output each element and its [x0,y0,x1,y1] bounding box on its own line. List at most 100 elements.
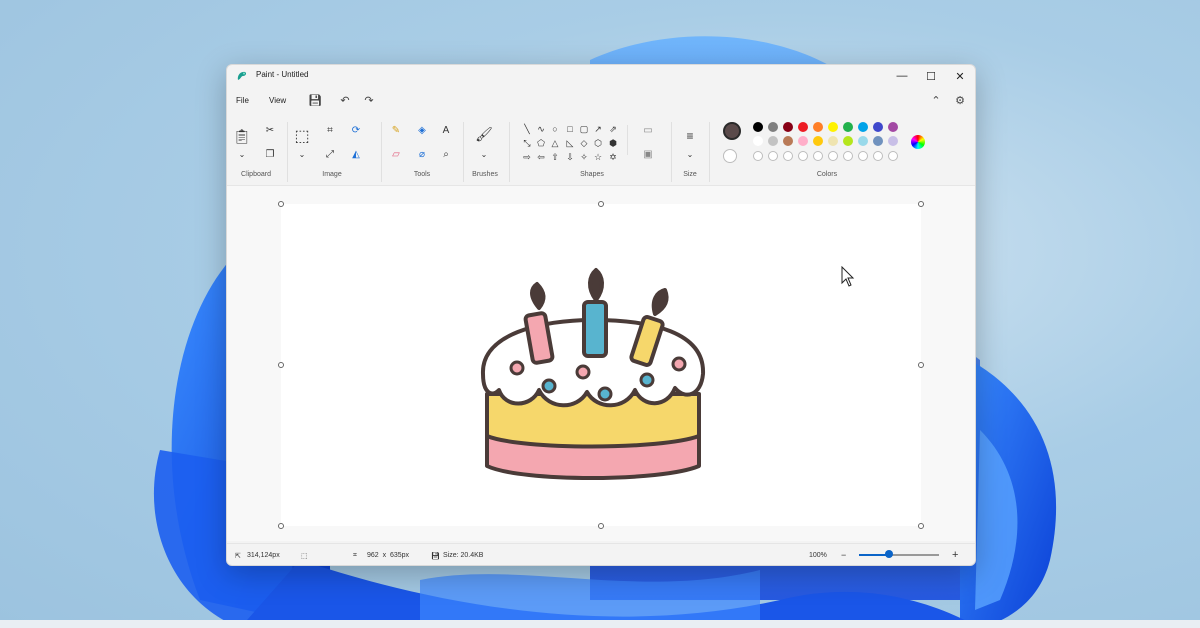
resize-handle[interactable] [918,523,924,529]
rounded-rectangle-shape-icon[interactable]: ▢ [578,123,590,135]
text-icon[interactable]: A [439,123,453,137]
flip-icon[interactable]: ◭ [349,147,363,161]
mouse-cursor-icon [841,266,855,287]
zoom-out-button[interactable]: − [841,550,846,560]
paint-window: Paint - Untitled — ☐ ✕ File View 💾︎ ↶ ↷ … [226,64,976,566]
select-icon[interactable]: ⬚ [294,128,309,145]
palette-color-swatch[interactable] [783,122,793,132]
rectangle-shape-icon[interactable]: □ [564,123,576,135]
select-dropdown-icon[interactable]: ⌄ [295,147,309,161]
menu-file[interactable]: File [236,96,249,105]
crop-icon[interactable]: ⌗ [323,123,337,137]
drawing-canvas[interactable] [281,204,921,526]
palette-color-swatch[interactable] [783,136,793,146]
maximize-button[interactable]: ☐ [916,65,946,87]
palette-color-swatch[interactable] [768,122,778,132]
curve-shape-icon[interactable]: ∿ [535,123,547,135]
settings-icon[interactable]: ⚙ [953,93,967,107]
pencil-icon[interactable]: ✎ [389,123,403,137]
secondary-color-swatch[interactable] [723,149,737,163]
stroke-size-icon[interactable]: ≡ [683,129,697,143]
brush-icon[interactable]: 🖌︎ [475,126,493,142]
arrow-down-shape-icon[interactable]: ⇩ [564,151,576,163]
collapse-ribbon-icon[interactable]: ⌃ [929,93,943,107]
palette-color-swatch[interactable] [843,136,853,146]
custom-color-slot[interactable] [828,151,838,161]
close-button[interactable]: ✕ [945,65,975,87]
palette-color-swatch[interactable] [768,136,778,146]
diamond-shape-icon[interactable]: ◇ [578,137,590,149]
arrow-up-right-shape-icon[interactable]: ↗ [592,123,604,135]
primary-color-swatch[interactable] [723,122,741,140]
pentagon-shape-icon[interactable]: ⬡ [592,137,604,149]
resize-handle[interactable] [598,201,604,207]
minimize-button[interactable]: — [887,65,917,87]
four-point-star-shape-icon[interactable]: ✧ [578,151,590,163]
arrow-left-shape-icon[interactable]: ⇦ [535,151,547,163]
outline-icon[interactable]: ▭ [641,123,655,137]
resize-handle[interactable] [918,201,924,207]
star-shape-icon[interactable]: ☆ [592,151,604,163]
line-shape-icon[interactable]: ╲ [521,123,533,135]
palette-color-swatch[interactable] [873,136,883,146]
palette-color-swatch[interactable] [888,136,898,146]
right-triangle-shape-icon[interactable]: ◺ [564,137,576,149]
palette-color-swatch[interactable] [888,122,898,132]
cut-icon[interactable]: ✂ [263,123,277,137]
resize-handle[interactable] [278,201,284,207]
menu-view[interactable]: View [269,96,286,105]
oval-shape-icon[interactable]: ○ [549,123,561,135]
polygon-shape-icon[interactable]: ⬠ [535,137,547,149]
more-shapes-icon[interactable]: ⇗ [607,123,619,135]
palette-color-swatch[interactable] [873,122,883,132]
triangle-shape-icon[interactable]: △ [549,137,561,149]
size-dropdown-icon[interactable]: ⌄ [683,147,697,161]
palette-color-swatch[interactable] [858,122,868,132]
shape-fill-icon[interactable]: ▣ [641,147,655,161]
arrow-right-shape-icon[interactable]: ⇨ [521,151,533,163]
hexagon-shape-icon[interactable]: ⬢ [607,137,619,149]
palette-color-swatch[interactable] [753,136,763,146]
resize-icon[interactable]: ⤢ [323,147,337,161]
palette-color-swatch[interactable] [828,136,838,146]
palette-color-swatch[interactable] [813,136,823,146]
resize-handle[interactable] [598,523,604,529]
redo-icon[interactable]: ↷ [362,93,376,107]
palette-color-swatch[interactable] [843,122,853,132]
eraser-icon[interactable]: ▱ [389,147,403,161]
magnifier-icon[interactable]: ⌕ [439,147,453,161]
color-picker-icon[interactable]: ⌀ [415,147,429,161]
edit-colors-icon[interactable] [911,135,925,149]
palette-color-swatch[interactable] [858,136,868,146]
fill-icon[interactable]: ◈ [415,123,429,137]
diagonal-arrow-shape-icon[interactable]: ⤡ [521,137,533,149]
custom-color-slot[interactable] [888,151,898,161]
resize-handle[interactable] [278,362,284,368]
copy-icon[interactable]: ❐ [263,147,277,161]
undo-icon[interactable]: ↶ [338,93,352,107]
resize-handle[interactable] [918,362,924,368]
palette-color-swatch[interactable] [798,136,808,146]
zoom-in-button[interactable]: + [952,549,958,561]
palette-color-swatch[interactable] [753,122,763,132]
paste-dropdown-icon[interactable]: ⌄ [235,147,249,161]
rotate-icon[interactable]: ⟳ [349,123,363,137]
custom-color-slot[interactable] [873,151,883,161]
palette-color-swatch[interactable] [828,122,838,132]
zoom-slider-thumb[interactable] [885,550,894,558]
six-point-star-shape-icon[interactable]: ✡ [607,151,619,163]
palette-color-swatch[interactable] [798,122,808,132]
custom-color-slot[interactable] [798,151,808,161]
resize-handle[interactable] [278,523,284,529]
brush-dropdown-icon[interactable]: ⌄ [477,147,491,161]
palette-color-swatch[interactable] [813,122,823,132]
paste-icon[interactable]: 📋︎ [233,128,251,144]
custom-color-slot[interactable] [843,151,853,161]
custom-color-slot[interactable] [768,151,778,161]
custom-color-slot[interactable] [753,151,763,161]
arrow-up-shape-icon[interactable]: ⇧ [549,151,561,163]
custom-color-slot[interactable] [813,151,823,161]
custom-color-slot[interactable] [858,151,868,161]
save-icon[interactable]: 💾︎ [308,93,322,107]
custom-color-slot[interactable] [783,151,793,161]
